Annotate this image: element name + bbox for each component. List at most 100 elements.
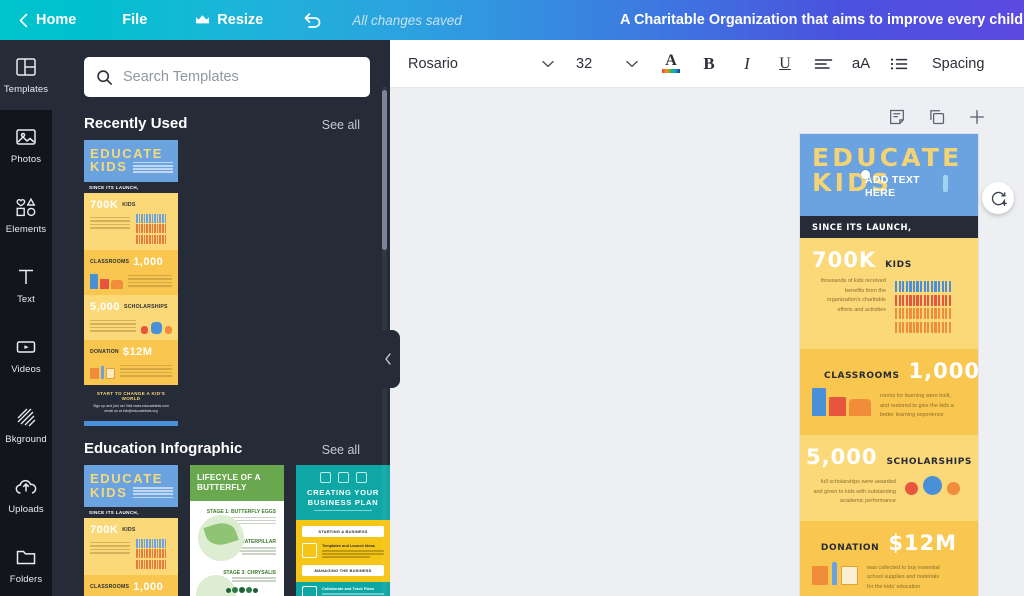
mini-footer-title: START TO CHANGE A KID'S WORLD [96,390,166,401]
see-all-link-recent[interactable]: See all [322,118,360,132]
duplicate-page-icon[interactable] [928,108,946,126]
see-all-link-education[interactable]: See all [322,443,360,457]
bp-pill: MANAGING THE BUSINESS [302,565,384,577]
bp-row-title: Collaborate and Track Plans [322,586,375,592]
text-color-letter: A [665,52,677,69]
elements-icon [14,195,38,219]
font-size-value: 32 [576,55,593,72]
sidebar-item-templates[interactable]: Templates [0,40,52,110]
file-menu-button[interactable]: File [118,0,151,40]
mini-value: $12M [122,345,153,358]
mini-value: 1,000 [133,255,164,268]
mini-value: 5,000 [90,300,121,313]
section-label: DONATION [820,542,880,553]
file-label: File [122,12,148,28]
bf-stage-title: STAGE 1: BUTTERFLY EGGS [206,509,276,516]
sidebar-item-background[interactable]: Bkground [0,390,52,460]
design-section-classrooms[interactable]: CLASSROOMS 1,000 rooms for learning were… [800,349,978,435]
italic-icon: I [744,53,750,73]
text-case-button[interactable]: aA [842,45,880,83]
spacing-button[interactable]: Spacing [932,56,984,72]
add-page-icon[interactable] [968,108,986,126]
undo-button[interactable] [303,12,322,29]
bold-icon: B [703,53,715,73]
save-status: All changes saved [352,12,462,28]
mini-header: EDUCATE KIDS [84,140,178,182]
recently-used-thumbnails: EDUCATE KIDS SINCE ITS LAUNCH, 700K KIDS [52,140,390,427]
bp-title-line2: BUSINESS PLAN [307,498,379,508]
notes-icon[interactable] [888,108,906,126]
sidebar-item-photos[interactable]: Photos [0,110,52,180]
sidebar-label: Elements [5,224,47,235]
sidebar-item-folders[interactable]: Folders [0,530,52,596]
template-thumbnail-butterfly[interactable]: LIFECYLE OF A BUTTERFLY STAGE 1: BUTTERF… [190,465,284,596]
font-family-value: Rosario [408,55,458,72]
selection-handle-dot[interactable] [861,170,870,179]
template-thumbnail-business-plan[interactable]: CREATING YOUR BUSINESS PLAN STARTING A B… [296,465,390,596]
mini-section: CLASSROOMS 1,000 [84,574,178,596]
resize-button[interactable]: Resize [191,0,267,40]
design-page[interactable]: EDUCATE KIDS ADD TEXT HERE SINCE ITS LAU… [800,134,978,596]
align-button[interactable] [804,45,842,83]
panel-scrollbar-thumb[interactable] [382,90,387,250]
sidebar-item-elements[interactable]: Elements [0,180,52,250]
design-section-donation[interactable]: DONATION $12M was collected to buy essen… [800,520,978,596]
mini-section: 5,000 SCHOLARSHIPS [84,294,178,340]
canvas-area[interactable]: EDUCATE KIDS ADD TEXT HERE SINCE ITS LAU… [390,88,1024,596]
top-bar: Home File Resize All changes saved A Cha… [0,0,1024,40]
sidebar-item-uploads[interactable]: Uploads [0,460,52,530]
design-section-kids[interactable]: 700K KIDS thousands of kids received ben… [800,238,978,385]
templates-panel: Recently Used See all EDUCATE KIDS SINCE… [52,40,390,596]
mini-footer-text: Sign up and join us! Visit www.educateki… [93,403,169,413]
mini-label: SCHOLARSHIPS [124,303,168,310]
italic-button[interactable]: I [728,45,766,83]
text-color-button[interactable]: A [652,45,690,83]
section-label: KIDS [885,260,912,270]
list-button[interactable] [880,45,918,83]
kids-bar-chart [895,281,951,335]
sidebar-label: Text [17,294,35,305]
home-button[interactable]: Home [14,0,80,40]
bp-band: STARTING A BUSINESS Templates and Launch… [296,520,390,566]
document-title[interactable]: A Charitable Organization that aims to i… [620,0,1024,40]
search-input[interactable] [123,69,358,85]
mini-label: KIDS [122,201,136,208]
font-family-select[interactable]: Rosario [408,56,554,72]
template-thumbnail-educate-kids[interactable]: EDUCATE KIDS SINCE ITS LAUNCH, 700K KIDS [84,140,178,427]
mini-business-infographic: CREATING YOUR BUSINESS PLAN STARTING A B… [296,465,390,596]
lightbulb-icon [302,543,317,559]
bold-button[interactable]: B [690,45,728,83]
font-size-select[interactable]: 32 [576,56,638,72]
text-toolbar: Rosario 32 A B I U aA Spacing [390,40,1024,88]
bp-icon-row [302,472,384,484]
section-desc: thousands of kids received benefits from… [820,278,886,313]
section-desc: was collected to buy essential school su… [867,564,940,590]
template-thumbnail-educate-kids-2[interactable]: EDUCATE KIDS SINCE ITS LAUNCH, 700K KIDS [84,465,178,596]
chevron-down-icon [626,60,638,68]
mini-header: EDUCATE KIDS [84,465,178,507]
shuffle-button[interactable] [982,182,1014,214]
section-content: thousands of kids received benefits from… [812,275,966,335]
design-section-scholarships[interactable]: 5,000 SCHOLARSHIPS full scholarships wer… [800,434,978,521]
search-box[interactable] [84,57,370,97]
sidebar-item-text[interactable]: Text [0,250,52,320]
bf-header: LIFECYLE OF A BUTTERFLY [190,465,284,502]
section-content: rooms for learning were built, and resto… [812,386,966,421]
mini-subtext [133,487,173,500]
buildings-illustration [812,388,871,416]
underline-button[interactable]: U [766,45,804,83]
underline-icon: U [779,54,791,72]
design-launch-bar: SINCE ITS LAUNCH, [800,216,978,238]
section-label: CLASSROOMS [824,371,900,381]
sidebar-item-videos[interactable]: Videos [0,320,52,390]
design-header[interactable]: EDUCATE KIDS ADD TEXT HERE [800,134,978,216]
sidebar-label: Bkground [5,434,47,445]
collapse-panel-button[interactable] [376,330,400,388]
recently-used-header: Recently Used See all [52,97,390,140]
bp-band: Collaborate and Track Plans [296,582,390,596]
selected-text-element[interactable]: ADD TEXT HERE [865,174,935,200]
section-value: 5,000 [806,444,878,469]
section-value: 700K [812,248,877,272]
mini-title-line1: EDUCATE [90,146,164,161]
mini-bar: SINCE ITS LAUNCH, [84,506,178,518]
